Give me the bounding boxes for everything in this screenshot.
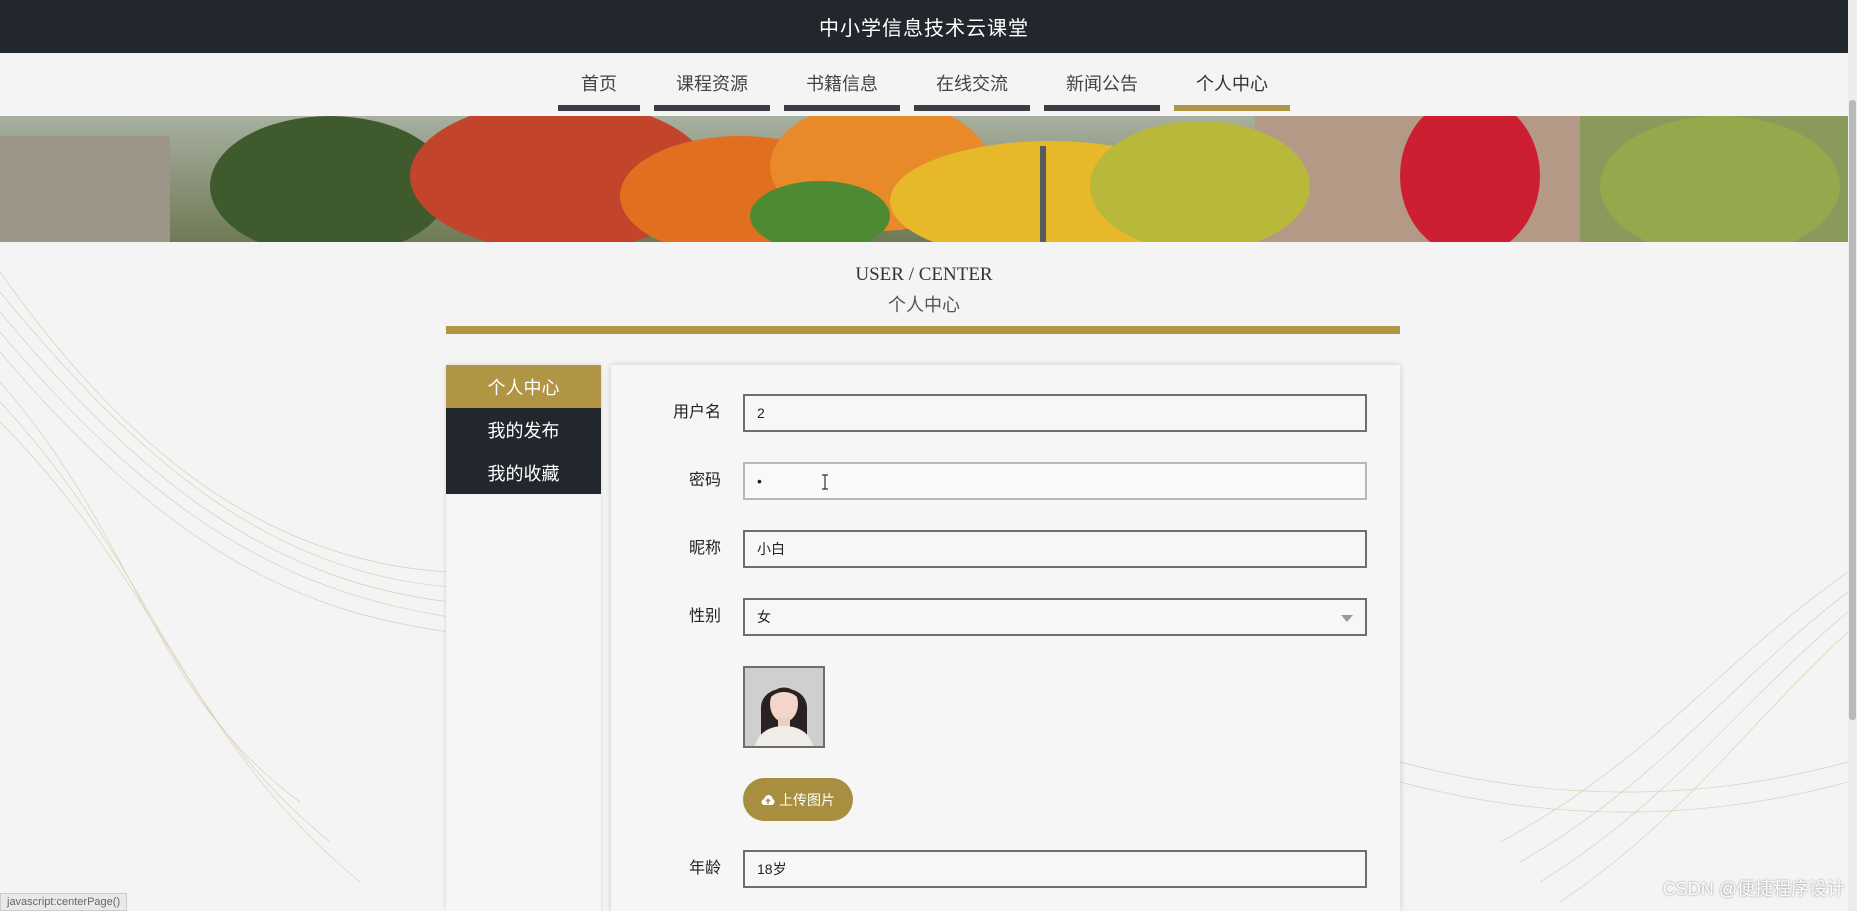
cloud-upload-icon <box>761 794 775 805</box>
text-cursor-icon <box>822 474 828 490</box>
banner-image <box>0 116 1848 242</box>
form-row-username: 用户名 2 <box>611 394 1400 434</box>
sidebar-item-my-posts[interactable]: 我的发布 <box>446 408 601 451</box>
gender-select[interactable]: 女 <box>743 598 1367 636</box>
site-title: 中小学信息技术云课堂 <box>819 18 1029 40</box>
site-header: 中小学信息技术云课堂 <box>0 0 1848 53</box>
section-divider <box>446 326 1400 334</box>
nickname-label: 昵称 <box>688 540 721 557</box>
status-bar-url: javascript:centerPage() <box>0 893 128 911</box>
autumn-trees-photo <box>0 116 1848 242</box>
section-title-en: USER / CENTER <box>855 264 993 285</box>
avatar-photo <box>745 668 823 746</box>
age-input[interactable]: 18岁 <box>743 850 1367 888</box>
profile-form-panel: 用户名 2 密码 • 昵称 小白 性别 女 上传图片 年龄 18岁 <box>611 365 1400 911</box>
csdn-watermark: CSDN @便捷程序设计 <box>1662 879 1845 899</box>
sidebar-item-user-center[interactable]: 个人中心 <box>446 365 601 408</box>
age-label: 年龄 <box>688 860 721 877</box>
password-value: • <box>757 473 762 489</box>
main-nav: 首页 课程资源 书籍信息 在线交流 新闻公告 个人中心 <box>0 53 1848 116</box>
nav-item-course-resources[interactable]: 课程资源 <box>654 60 770 111</box>
gender-selected-value: 女 <box>757 609 771 625</box>
nav-item-books[interactable]: 书籍信息 <box>784 60 900 111</box>
avatar-preview <box>743 666 825 748</box>
chevron-down-icon <box>1341 615 1353 622</box>
user-sidebar: 个人中心 我的发布 我的收藏 <box>446 365 601 911</box>
form-row-gender: 性别 女 <box>611 598 1400 638</box>
upload-image-button[interactable]: 上传图片 <box>743 778 853 821</box>
page-scrollbar[interactable] <box>1848 0 1857 911</box>
form-row-nickname: 昵称 小白 <box>611 530 1400 570</box>
username-label: 用户名 <box>672 404 721 421</box>
upload-button-label: 上传图片 <box>779 791 835 808</box>
nav-item-user-center[interactable]: 个人中心 <box>1174 60 1290 111</box>
scrollbar-thumb[interactable] <box>1849 100 1856 720</box>
gender-label: 性别 <box>688 608 721 625</box>
section-title-cn: 个人中心 <box>888 295 960 315</box>
nav-item-news[interactable]: 新闻公告 <box>1044 60 1160 111</box>
form-row-password: 密码 • <box>611 462 1400 502</box>
nickname-input[interactable]: 小白 <box>743 530 1367 568</box>
password-label: 密码 <box>688 472 721 489</box>
form-row-age: 年龄 18岁 <box>611 850 1400 890</box>
nav-item-online-chat[interactable]: 在线交流 <box>914 60 1030 111</box>
sidebar-item-my-favorites[interactable]: 我的收藏 <box>446 451 601 494</box>
password-input[interactable]: • <box>743 462 1367 500</box>
nav-item-home[interactable]: 首页 <box>558 60 640 111</box>
username-input[interactable]: 2 <box>743 394 1367 432</box>
